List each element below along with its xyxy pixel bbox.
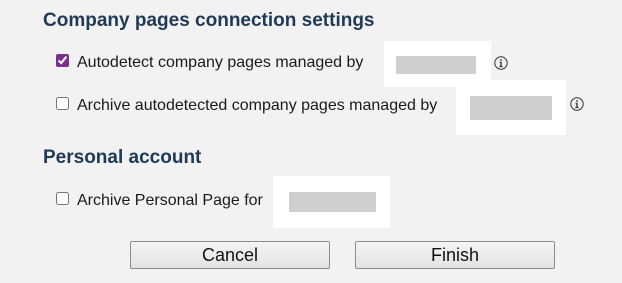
info-icon[interactable] <box>494 56 508 70</box>
personal-section-title: Personal account <box>43 147 202 168</box>
redacted-account-name-3 <box>273 176 390 228</box>
company-section-title: Company pages connection settings <box>43 10 375 31</box>
autodetect-company-pages-checkbox[interactable] <box>56 53 69 67</box>
autodetect-company-pages-label: Autodetect company pages managed by <box>77 54 364 71</box>
cancel-button[interactable]: Cancel <box>130 241 330 269</box>
info-icon[interactable] <box>570 97 584 111</box>
archive-personal-page-label: Archive Personal Page for <box>77 192 263 209</box>
archive-autodetected-company-pages-checkbox[interactable] <box>56 96 69 110</box>
archive-autodetected-company-pages-option[interactable]: Archive autodetected company pages manag… <box>56 95 437 117</box>
finish-button[interactable]: Finish <box>355 241 555 269</box>
autodetect-company-pages-option[interactable]: Autodetect company pages managed by <box>56 52 363 74</box>
archive-personal-page-checkbox[interactable] <box>56 191 69 205</box>
archive-autodetected-company-pages-label: Archive autodetected company pages manag… <box>77 97 438 114</box>
redacted-account-name-2 <box>456 80 566 135</box>
archive-personal-page-option[interactable]: Archive Personal Page for <box>56 190 263 212</box>
